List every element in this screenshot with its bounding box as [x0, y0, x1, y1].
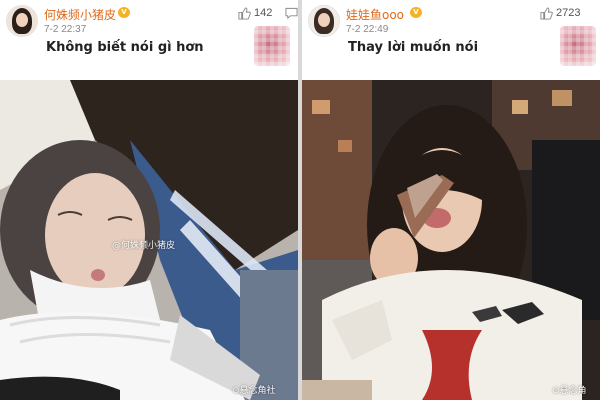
post-timestamp: 7-2 22:49	[346, 24, 389, 35]
photo-watermark: @何姝频小猪皮	[112, 241, 176, 251]
like-button[interactable]: 2723	[540, 6, 580, 20]
avatar[interactable]	[6, 5, 38, 37]
post-text: Thay lời muốn nói	[348, 40, 479, 55]
comment-icon[interactable]	[285, 7, 298, 19]
post-card-right: 娃娃鱼ooo V 7-2 22:49 2723 Thay lời muốn nó…	[302, 0, 600, 400]
thumbs-up-icon	[540, 6, 553, 20]
blurred-sticker	[254, 26, 290, 66]
post-card-left: 何姝频小猪皮 V 7-2 22:37 142 Không biết nói gì…	[0, 0, 298, 400]
restaurant-photo-illustration	[302, 80, 600, 400]
post-header: 娃娃鱼ooo V 7-2 22:49 2723 Thay lời muốn nó…	[302, 0, 600, 80]
post-timestamp: 7-2 22:37	[44, 24, 87, 35]
username[interactable]: 何姝频小猪皮	[44, 6, 116, 23]
blurred-sticker	[560, 26, 596, 66]
avatar[interactable]	[308, 5, 340, 37]
like-count: 2723	[556, 7, 581, 19]
thumbs-up-icon	[238, 6, 251, 20]
vip-badge-icon: V	[410, 7, 422, 18]
post-photo[interactable]: ⊙悬念角	[302, 80, 600, 400]
post-header: 何姝频小猪皮 V 7-2 22:37 142 Không biết nói gì…	[0, 0, 298, 80]
like-count: 142	[254, 7, 273, 19]
username[interactable]: 娃娃鱼ooo	[346, 6, 404, 23]
site-watermark: ⊙悬念角	[552, 386, 587, 396]
post-text: Không biết nói gì hơn	[46, 40, 204, 55]
like-button[interactable]: 142	[238, 6, 272, 20]
post-photo[interactable]: @何姝频小猪皮 ⊙悬念角社	[0, 80, 298, 400]
vip-badge-icon: V	[118, 7, 130, 18]
site-watermark: ⊙悬念角社	[232, 386, 276, 396]
